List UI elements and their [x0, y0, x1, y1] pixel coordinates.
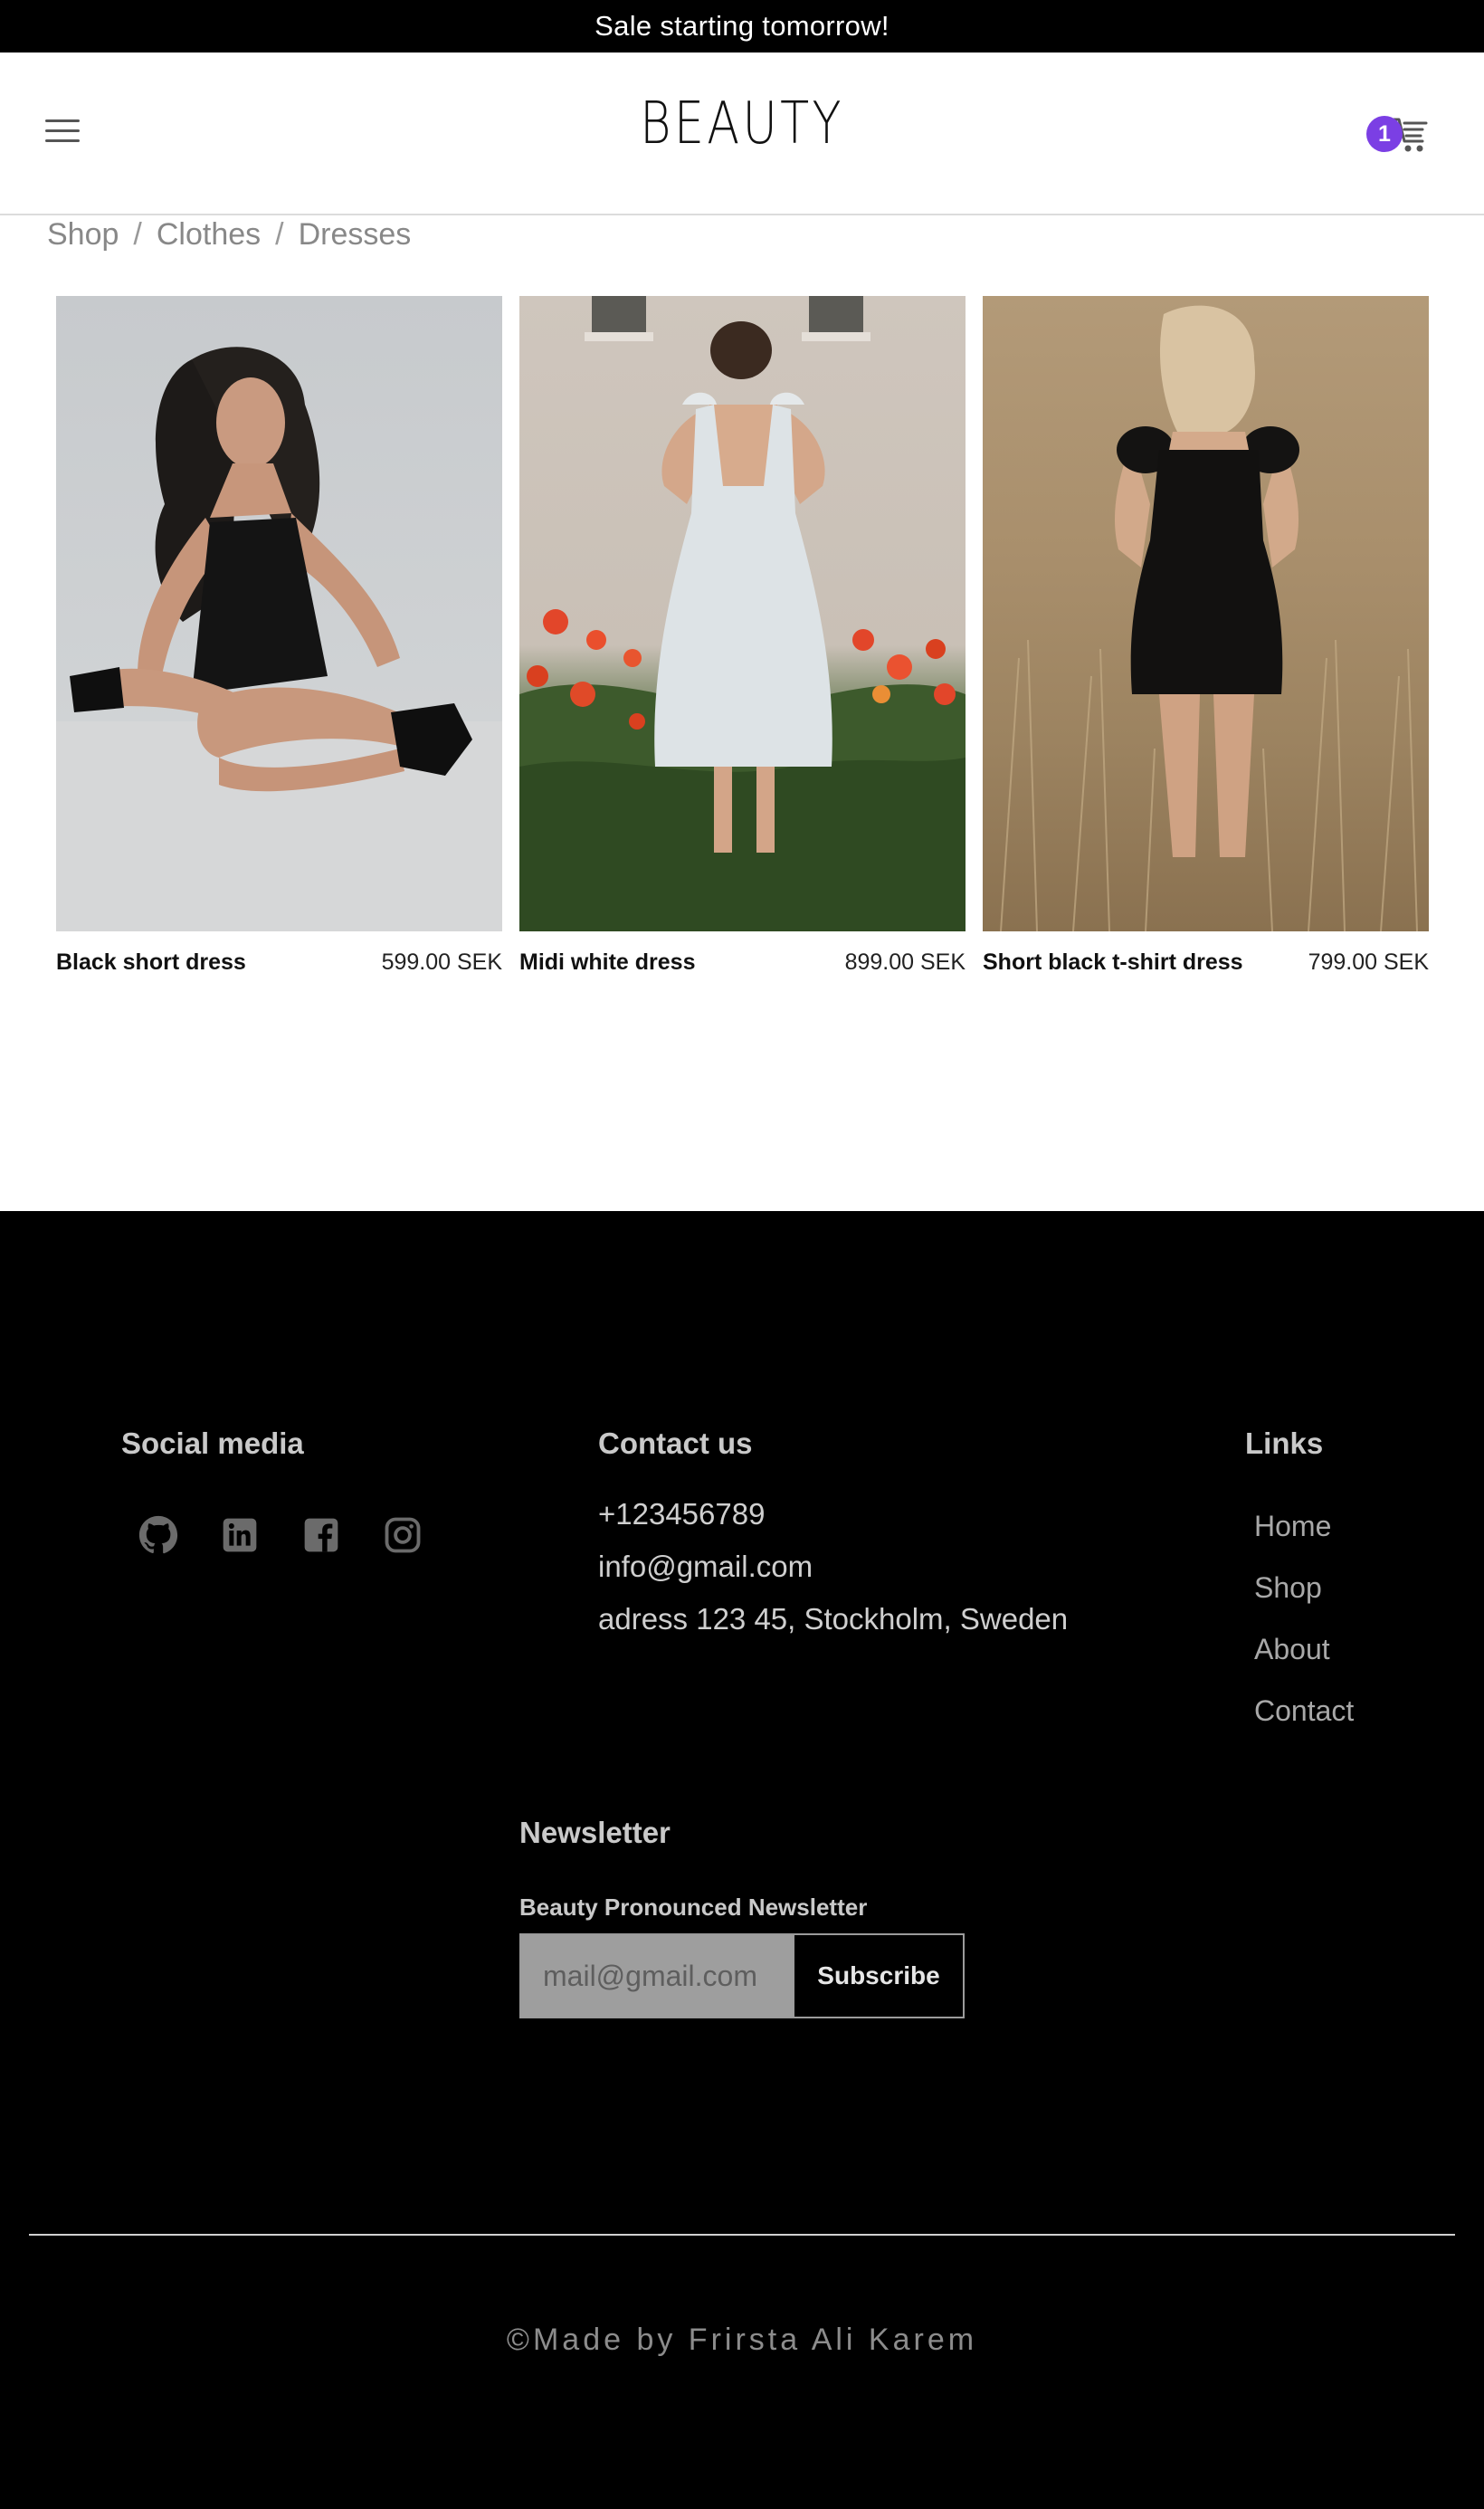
product-image[interactable] [56, 296, 502, 931]
footer-link-about[interactable]: About [1254, 1633, 1354, 1694]
footer-link-shop[interactable]: Shop [1254, 1571, 1354, 1633]
newsletter-email-input[interactable] [521, 1935, 793, 2017]
cart-button[interactable]: 1 [1366, 114, 1432, 156]
newsletter-form: Subscribe [519, 1933, 965, 2018]
site-header: BEAUTY 1 [0, 52, 1484, 215]
links-heading: Links [1245, 1426, 1324, 1460]
facebook-icon[interactable] [300, 1514, 342, 1556]
product-price: 799.00 SEK [1308, 949, 1429, 975]
announcement-text: Sale starting tomorrow! [595, 10, 889, 42]
footer-links: Home Shop About Contact [1254, 1510, 1354, 1756]
newsletter-label: Beauty Pronounced Newsletter [519, 1894, 868, 1921]
social-icons [138, 1514, 423, 1556]
contact-email[interactable]: info@gmail.com [598, 1550, 813, 1584]
product-card[interactable]: Black short dress 599.00 SEK [56, 296, 502, 976]
product-image[interactable] [519, 296, 966, 931]
instagram-icon[interactable] [382, 1514, 423, 1556]
breadcrumb: Shop / Clothes / Dresses [47, 217, 411, 253]
contact-address: adress 123 45, Stockholm, Sweden [598, 1602, 1069, 1636]
breadcrumb-separator: / [275, 217, 284, 252]
cart-count-badge: 1 [1366, 116, 1403, 152]
product-card[interactable]: Midi white dress 899.00 SEK [519, 296, 966, 976]
product-name[interactable]: Midi white dress [519, 949, 695, 976]
breadcrumb-separator: / [133, 217, 142, 252]
hamburger-menu-icon[interactable] [45, 119, 80, 147]
product-price: 899.00 SEK [844, 949, 966, 975]
linkedin-icon[interactable] [219, 1514, 261, 1556]
product-name[interactable]: Short black t-shirt dress [983, 949, 1243, 976]
breadcrumb-clothes[interactable]: Clothes [157, 217, 261, 253]
subscribe-button[interactable]: Subscribe [793, 1935, 963, 2017]
breadcrumb-shop[interactable]: Shop [47, 217, 119, 253]
copyright-text: ©Made by Frirsta Ali Karem [506, 2323, 978, 2357]
site-logo[interactable]: BEAUTY [134, 91, 1351, 157]
breadcrumb-dresses[interactable]: Dresses [299, 217, 412, 253]
footer-link-home[interactable]: Home [1254, 1510, 1354, 1571]
black-short-dress-photo [56, 347, 502, 931]
product-grid: Black short dress 599.00 SEK Midi white … [56, 296, 1429, 984]
product-image[interactable] [983, 296, 1429, 931]
github-icon[interactable] [138, 1514, 179, 1556]
product-price: 599.00 SEK [381, 949, 502, 975]
product-name[interactable]: Black short dress [56, 949, 246, 976]
contact-us-heading: Contact us [598, 1426, 753, 1460]
footer-link-contact[interactable]: Contact [1254, 1694, 1354, 1756]
social-media-heading: Social media [121, 1426, 304, 1460]
footer-divider [29, 2234, 1455, 2236]
announcement-bar: Sale starting tomorrow! [0, 0, 1484, 52]
midi-white-dress-photo [519, 296, 966, 931]
site-footer: Social media Contact us +123456789 info@… [0, 1211, 1484, 2509]
short-black-tshirt-dress-photo [1000, 305, 1418, 931]
newsletter-heading: Newsletter [519, 1816, 671, 1849]
contact-phone[interactable]: +123456789 [598, 1497, 765, 1531]
product-card[interactable]: Short black t-shirt dress 799.00 SEK [983, 296, 1429, 976]
